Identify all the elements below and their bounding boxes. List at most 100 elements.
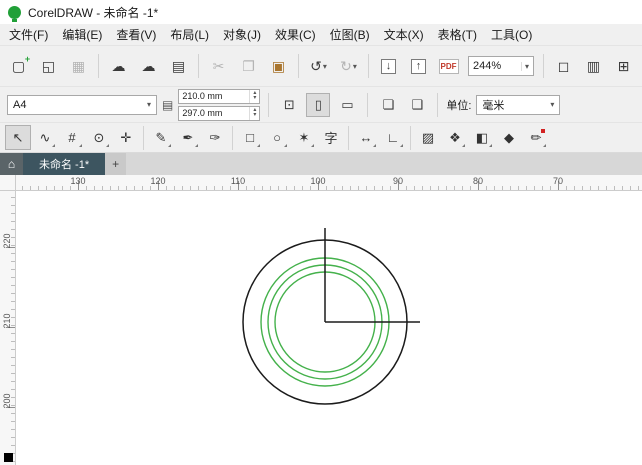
rectangle-tool-button[interactable]: □ [237,125,263,150]
undo-button[interactable]: ↺▾ [305,52,332,80]
units-select[interactable]: 毫米 ▾ [476,95,560,115]
document-tab-bar: ⌂ 未命名 -1* + [0,153,642,175]
zoom-level-combo[interactable]: 244%▾ [468,56,534,76]
pick-tool-button[interactable]: ↖ [5,125,31,150]
publish-pdf-button[interactable]: PDF [435,52,462,80]
current-page-button[interactable]: ❑ [405,93,429,117]
connector-tool-button[interactable]: ∟ [380,125,406,150]
page-width-field[interactable]: 210.0 mm ▴ ▾ [178,89,260,104]
horizontal-ruler[interactable]: 130120110100908070 [16,175,642,191]
new-document-tab-button[interactable]: + [105,153,126,175]
launcher-icon: ⊞ [618,58,630,75]
paste-button[interactable]: ▣ [265,52,292,80]
all-pages-icon: ❏ [383,97,395,113]
menu-view[interactable]: 查看(V) [109,24,163,45]
chevron-down-icon: ▾ [521,62,529,71]
ruler-label: 210 [2,310,12,332]
spinner-down-icon[interactable]: ▾ [253,96,256,101]
document-tab-label: 未命名 -1* [39,156,89,172]
launcher-button[interactable]: ⊞ [610,52,637,80]
shape-tool-button[interactable]: ∿ [32,125,58,150]
portrait-icon: ▯ [315,97,322,113]
toolbox-separator [232,126,233,150]
print-document-button[interactable]: ▤ [165,52,192,80]
eyedropper-tool-button[interactable]: ❖ [442,125,468,150]
pan-tool-icon: ✛ [121,130,132,146]
page-height-spinner[interactable]: ▴ ▾ [249,107,259,120]
document-tab-active[interactable]: 未命名 -1* [23,153,105,175]
interactive-fill-tool-button[interactable]: ◧ [469,125,495,150]
crop-tool-icon: # [68,130,75,145]
ruler-row: 130120110100908070 [0,175,642,191]
palette-swatch-black[interactable] [4,453,13,462]
text-tool-button[interactable]: 字 [318,125,344,150]
ellipse-tool-button[interactable]: ○ [264,125,290,150]
property-bar: A4 ▾ ▤ 210.0 mm ▴ ▾ 297.0 mm ▴ ▾ ⊡ ▯ ▭ ❏ [0,87,642,123]
chevron-down-icon: ▾ [147,100,151,109]
standard-toolbar: ▢◱▦☁☁▤✂❐▣↺▾↻▾↓↑PDF244%▾◻▥⊞ [0,45,642,87]
toolbar-separator [368,54,369,78]
outline-pen-tool-button[interactable]: ✏ [523,125,549,150]
dimension-tool-button[interactable]: ↔ [353,125,379,150]
open-document-icon: ◱ [42,58,55,75]
new-document-button[interactable]: ▢ [5,52,32,80]
page-height-value: 297.0 mm [179,108,249,118]
smart-fill-tool-button[interactable]: ◆ [496,125,522,150]
rectangle-tool-icon: □ [246,130,254,145]
current-page-icon: ❑ [412,97,424,113]
interactive-fill-tool-icon: ◧ [476,130,488,146]
eyedropper-tool-icon: ❖ [449,130,461,146]
show-rulers-button[interactable]: ▥ [580,52,607,80]
artistic-media-tool-button[interactable]: ✑ [202,125,228,150]
new-document-icon: ▢ [12,58,25,75]
import-icon: ↓ [381,59,396,74]
transparency-tool-button[interactable]: ▨ [415,125,441,150]
menu-bitmaps[interactable]: 位图(B) [323,24,377,45]
ruler-origin-corner[interactable] [0,175,16,191]
export-button[interactable]: ↑ [405,52,432,80]
all-pages-button[interactable]: ❏ [376,93,400,117]
print-document-icon: ▤ [172,58,185,75]
menu-edit[interactable]: 编辑(E) [55,24,109,45]
menu-effects[interactable]: 效果(C) [268,24,323,45]
page-dimensions: 210.0 mm ▴ ▾ 297.0 mm ▴ ▾ [178,89,260,121]
canvas[interactable] [16,191,642,465]
polygon-tool-button[interactable]: ✶ [291,125,317,150]
polygon-tool-icon: ✶ [299,130,310,146]
page-height-field[interactable]: 297.0 mm ▴ ▾ [178,106,260,121]
pen-tool-button[interactable]: ✒ [175,125,201,150]
menu-layout[interactable]: 布局(L) [163,24,216,45]
freehand-tool-button[interactable]: ✎ [148,125,174,150]
menu-file[interactable]: 文件(F) [2,24,55,45]
title-bar: CorelDRAW - 未命名 -1* [0,0,642,24]
welcome-screen-tab[interactable]: ⌂ [0,153,23,175]
toolbar-separator [543,54,544,78]
open-document-button[interactable]: ◱ [35,52,62,80]
full-screen-preview-button[interactable]: ◻ [550,52,577,80]
plus-icon: + [112,157,119,171]
landscape-button[interactable]: ▭ [335,93,359,117]
landscape-icon: ▭ [341,97,353,113]
zoom-tool-button[interactable]: ⊙ [86,125,112,150]
spinner-down-icon[interactable]: ▾ [253,113,256,118]
units-label: 单位: [446,97,471,113]
menu-text[interactable]: 文本(X) [377,24,431,45]
pan-tool-button[interactable]: ✛ [113,125,139,150]
menu-object[interactable]: 对象(J) [216,24,268,45]
auto-fit-page-button[interactable]: ⊡ [277,93,301,117]
menu-table[interactable]: 表格(T) [431,24,484,45]
portrait-button[interactable]: ▯ [306,93,330,117]
save-to-cloud-button[interactable]: ☁ [135,52,162,80]
crop-tool-button[interactable]: # [59,125,85,150]
open-from-cloud-button[interactable]: ☁ [105,52,132,80]
ruler-label: 70 [547,176,569,186]
outline-pen-tool-accent [541,129,545,133]
import-button[interactable]: ↓ [375,52,402,80]
page-width-spinner[interactable]: ▴ ▾ [249,90,259,103]
coreldraw-logo-icon [8,6,21,19]
vertical-ruler[interactable]: 220210200 [0,191,16,465]
zoom-tool-icon: ⊙ [94,130,105,146]
units-value: 毫米 [482,97,504,113]
menu-tools[interactable]: 工具(O) [484,24,539,45]
page-size-select[interactable]: A4 ▾ [7,95,157,115]
